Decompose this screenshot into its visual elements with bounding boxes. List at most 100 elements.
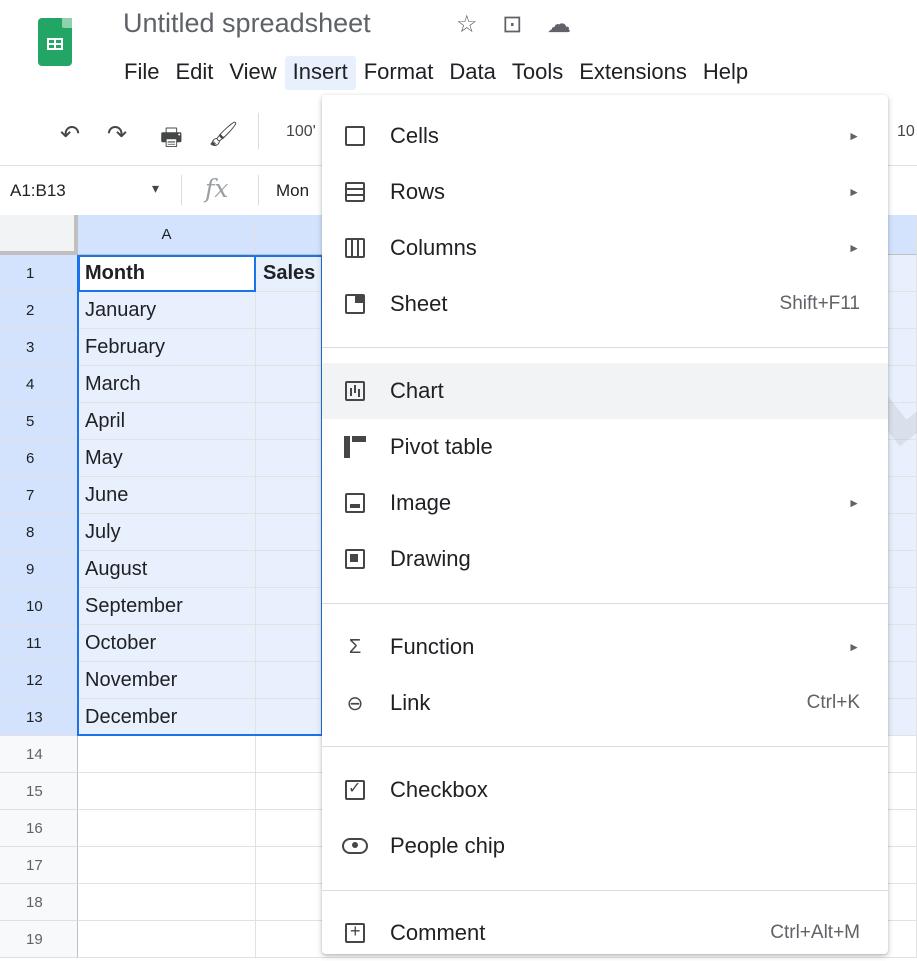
- menu-divider: [322, 746, 888, 747]
- row-header[interactable]: 2: [0, 292, 78, 329]
- menu-format[interactable]: Format: [356, 56, 442, 90]
- insert-function[interactable]: Σ Function ►: [322, 619, 888, 675]
- cells-icon: [342, 123, 368, 149]
- cell-a[interactable]: June: [78, 477, 256, 514]
- move-to-folder-icon[interactable]: ⊡: [502, 11, 526, 38]
- insert-link[interactable]: ⊖ Link Ctrl+K: [322, 675, 888, 731]
- submenu-arrow-icon: ►: [848, 640, 860, 654]
- insert-rows[interactable]: Rows ►: [322, 164, 888, 220]
- row-header[interactable]: 8: [0, 514, 78, 551]
- redo-icon[interactable]: ↷: [107, 120, 127, 149]
- sheet-icon: [342, 291, 368, 317]
- row-header[interactable]: 12: [0, 662, 78, 699]
- select-all-corner[interactable]: [0, 215, 78, 255]
- row-header[interactable]: 3: [0, 329, 78, 366]
- chart-icon: [342, 378, 368, 404]
- people-chip-icon: [342, 833, 368, 859]
- print-icon[interactable]: 🖶: [160, 120, 183, 161]
- menu-edit[interactable]: Edit: [167, 56, 221, 90]
- menu-tools[interactable]: Tools: [504, 56, 571, 90]
- row-header[interactable]: 16: [0, 810, 78, 847]
- drawing-icon: [342, 546, 368, 572]
- cell-a[interactable]: [78, 847, 256, 884]
- row-header[interactable]: 1: [0, 255, 78, 292]
- insert-image[interactable]: Image ►: [322, 475, 888, 531]
- menubar: File Edit View Insert Format Data Tools …: [116, 56, 756, 90]
- row-header[interactable]: 4: [0, 366, 78, 403]
- pivot-table-icon: [342, 434, 368, 460]
- title-icons: ☆ ⊡ ☁: [456, 10, 585, 39]
- cell-a[interactable]: December: [78, 699, 256, 736]
- zoom-select[interactable]: 100': [286, 123, 316, 141]
- sheets-logo[interactable]: [38, 18, 72, 66]
- cell-a[interactable]: Month: [78, 255, 256, 292]
- menu-divider: [322, 603, 888, 604]
- cell-a[interactable]: [78, 921, 256, 958]
- row-header[interactable]: 19: [0, 921, 78, 958]
- insert-comment[interactable]: Comment Ctrl+Alt+M: [322, 905, 888, 961]
- insert-columns[interactable]: Columns ►: [322, 220, 888, 276]
- insert-sheet[interactable]: Sheet Shift+F11: [322, 276, 888, 332]
- name-box-dropdown-icon[interactable]: ▾: [152, 180, 159, 197]
- cell-a[interactable]: [78, 810, 256, 847]
- menu-divider: [322, 347, 888, 348]
- row-header[interactable]: 11: [0, 625, 78, 662]
- formula-divider: [181, 175, 182, 205]
- menu-divider: [322, 890, 888, 891]
- insert-chart[interactable]: Chart: [322, 363, 888, 419]
- cell-a[interactable]: [78, 773, 256, 810]
- checkbox-icon: [342, 777, 368, 803]
- insert-checkbox[interactable]: Checkbox: [322, 762, 888, 818]
- insert-cells[interactable]: Cells ►: [322, 108, 888, 164]
- cloud-status-icon[interactable]: ☁: [547, 11, 575, 38]
- undo-icon[interactable]: ↶: [60, 120, 80, 149]
- row-header[interactable]: 9: [0, 551, 78, 588]
- menu-help[interactable]: Help: [695, 56, 756, 90]
- menu-extensions[interactable]: Extensions: [571, 56, 695, 90]
- cell-a[interactable]: [78, 736, 256, 773]
- row-header[interactable]: 17: [0, 847, 78, 884]
- star-icon[interactable]: ☆: [456, 11, 482, 38]
- menu-insert[interactable]: Insert: [284, 56, 356, 90]
- cell-a[interactable]: April: [78, 403, 256, 440]
- row-header[interactable]: 6: [0, 440, 78, 477]
- document-title[interactable]: Untitled spreadsheet: [123, 8, 371, 39]
- menu-view[interactable]: View: [221, 56, 284, 90]
- cell-a[interactable]: May: [78, 440, 256, 477]
- insert-people-chip[interactable]: People chip: [322, 818, 888, 874]
- rows-icon: [342, 179, 368, 205]
- row-header[interactable]: 10: [0, 588, 78, 625]
- font-size-field[interactable]: 10: [897, 123, 915, 141]
- formula-divider: [258, 175, 259, 205]
- comment-icon: [342, 920, 368, 946]
- insert-pivot-table[interactable]: Pivot table: [322, 419, 888, 475]
- menu-data[interactable]: Data: [441, 56, 503, 90]
- link-shortcut: Ctrl+K: [806, 692, 860, 713]
- row-header[interactable]: 7: [0, 477, 78, 514]
- cell-a[interactable]: February: [78, 329, 256, 366]
- cell-a[interactable]: January: [78, 292, 256, 329]
- row-header[interactable]: 18: [0, 884, 78, 921]
- cell-a[interactable]: September: [78, 588, 256, 625]
- cell-a[interactable]: October: [78, 625, 256, 662]
- row-header[interactable]: 15: [0, 773, 78, 810]
- name-box[interactable]: A1:B13: [10, 181, 66, 201]
- formula-input[interactable]: Mon: [276, 181, 309, 201]
- row-header[interactable]: 5: [0, 403, 78, 440]
- cell-a[interactable]: August: [78, 551, 256, 588]
- columns-icon: [342, 235, 368, 261]
- cell-a[interactable]: March: [78, 366, 256, 403]
- comment-shortcut: Ctrl+Alt+M: [770, 922, 860, 943]
- menu-file[interactable]: File: [116, 56, 167, 90]
- paint-format-icon[interactable]: 🖌: [208, 120, 238, 149]
- sigma-icon: Σ: [348, 635, 362, 658]
- submenu-arrow-icon: ►: [848, 129, 860, 143]
- insert-menu-dropdown: Cells ► Rows ► Columns ► Sheet Shift+F11…: [322, 95, 888, 954]
- column-header-a[interactable]: A: [78, 215, 256, 255]
- insert-drawing[interactable]: Drawing: [322, 531, 888, 587]
- cell-a[interactable]: [78, 884, 256, 921]
- row-header[interactable]: 14: [0, 736, 78, 773]
- cell-a[interactable]: July: [78, 514, 256, 551]
- cell-a[interactable]: November: [78, 662, 256, 699]
- row-header[interactable]: 13: [0, 699, 78, 736]
